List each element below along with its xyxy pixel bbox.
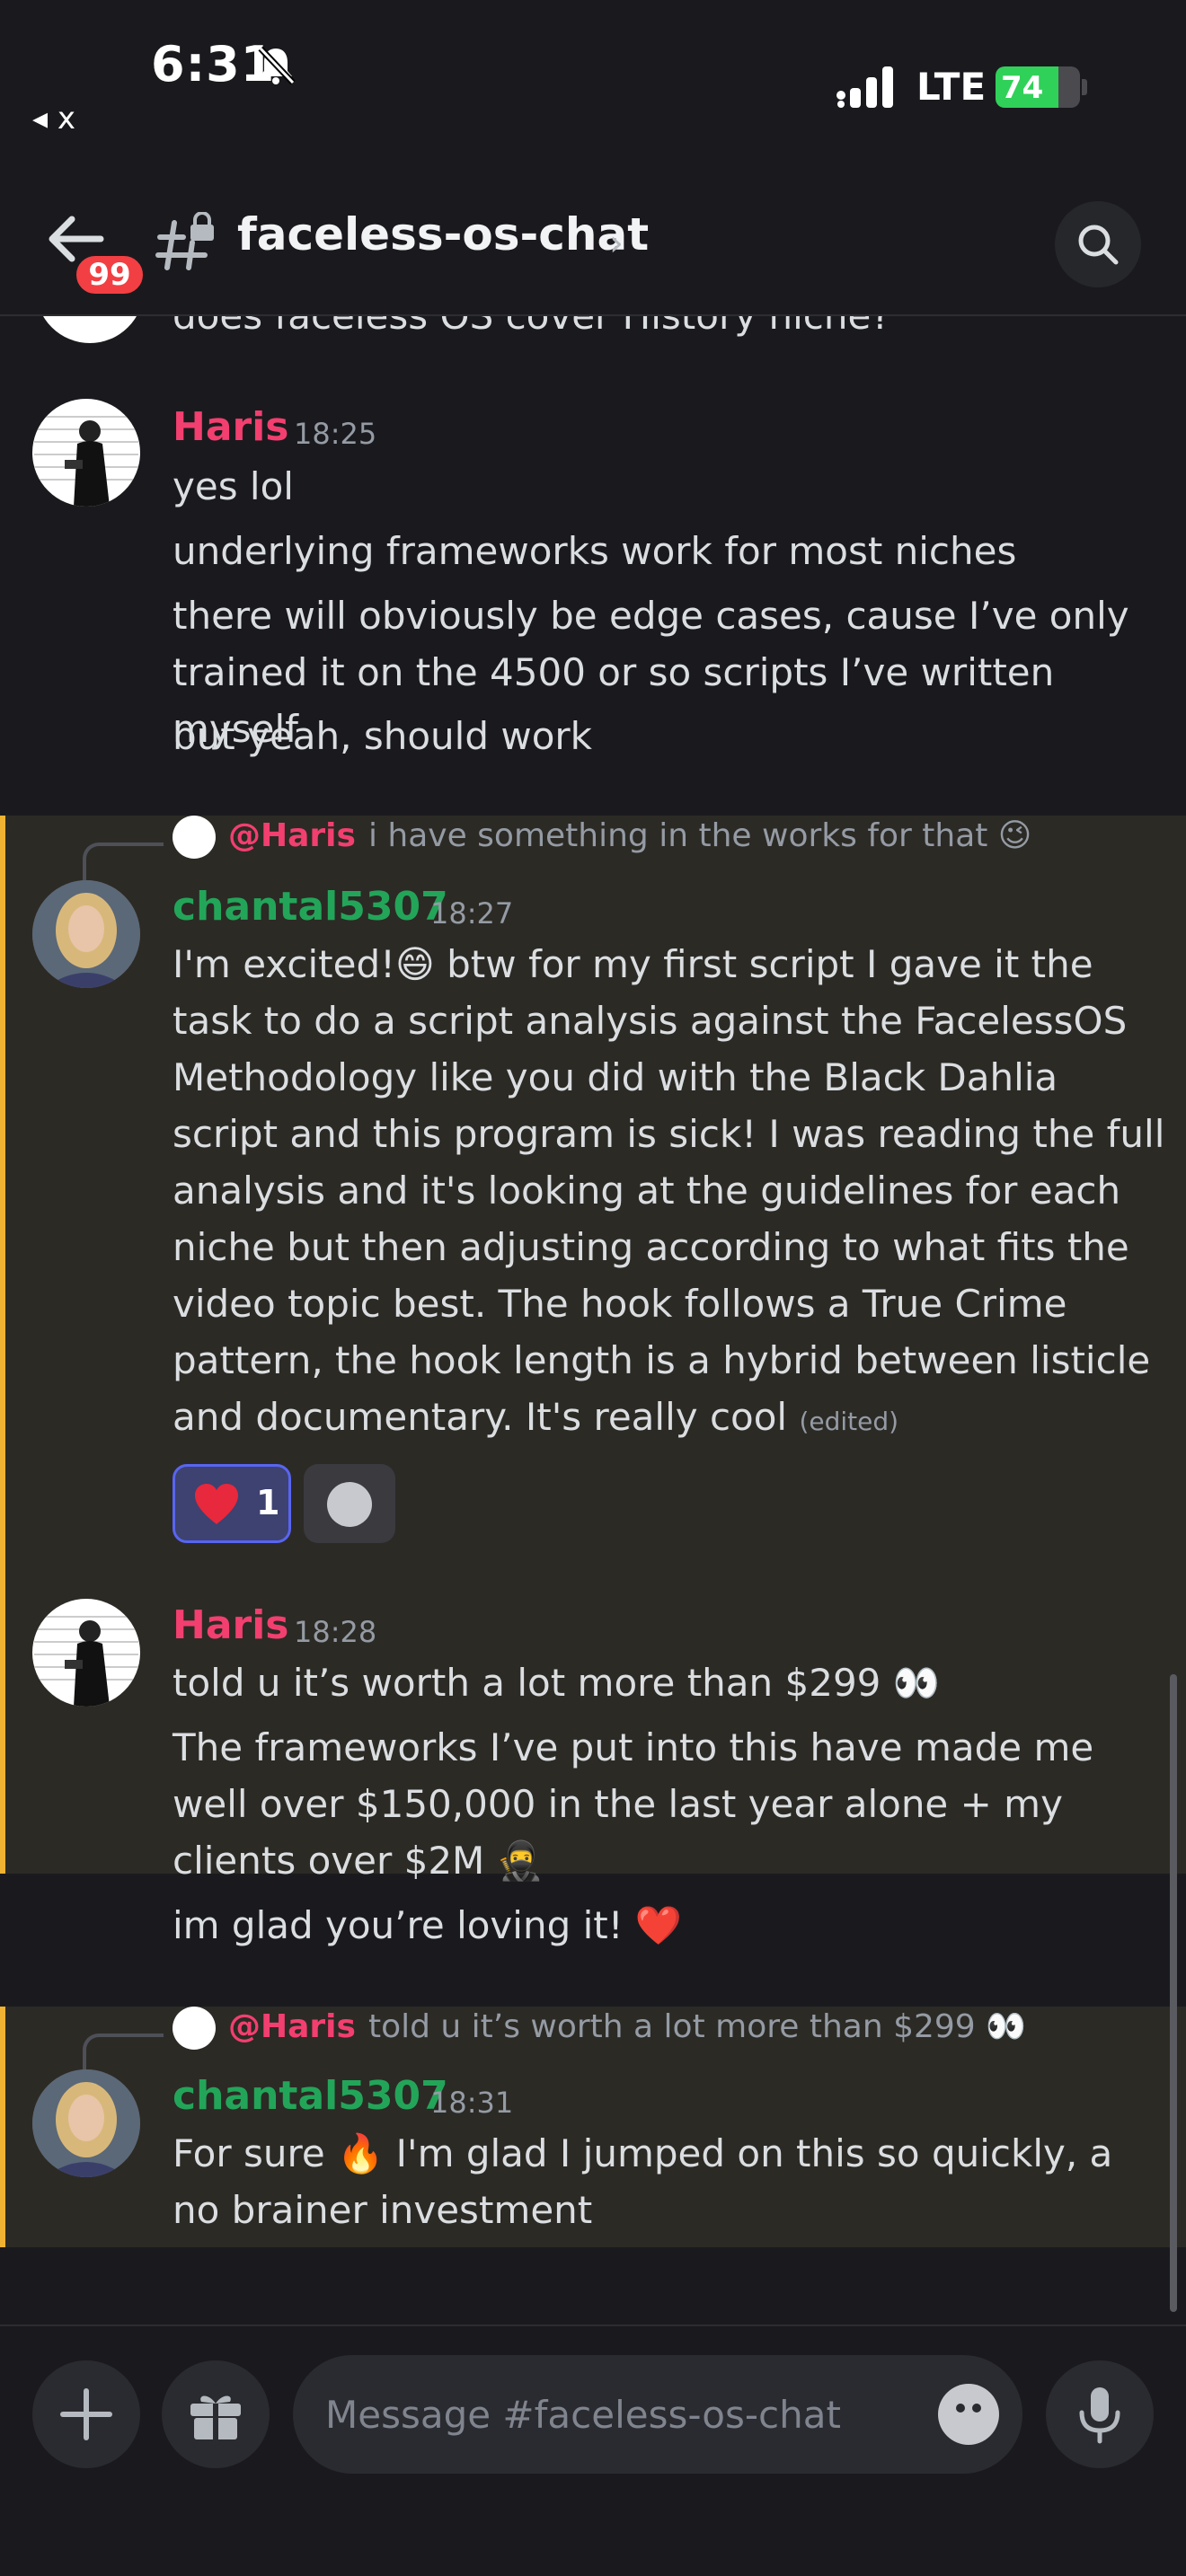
avatar-haris[interactable] xyxy=(32,1599,140,1707)
author-name[interactable]: Haris xyxy=(173,1602,289,1648)
message-list[interactable]: does faceless OS cover History niche? Ha… xyxy=(0,316,1186,2325)
message-text: I'm excited!😄 btw for my first script I … xyxy=(173,936,1170,1450)
reply-mention[interactable]: @Haris xyxy=(228,817,356,854)
battery-tip xyxy=(1082,79,1087,95)
battery-icon: 74 xyxy=(996,66,1080,108)
reply-avatar xyxy=(173,816,216,859)
reaction-count: 1 xyxy=(256,1483,280,1522)
search-button[interactable] xyxy=(1055,201,1141,287)
message-input-container xyxy=(293,2355,1022,2474)
avatar-chantal[interactable] xyxy=(32,880,140,988)
reply-avatar xyxy=(173,2007,216,2050)
gift-button[interactable] xyxy=(162,2360,270,2468)
signal-icon xyxy=(836,66,893,108)
message-timestamp: 18:25 xyxy=(294,417,377,451)
author-name[interactable]: chantal5307 xyxy=(173,2073,448,2119)
avatar-chantal[interactable] xyxy=(32,2069,140,2177)
add-attachment-button[interactable] xyxy=(32,2360,140,2468)
message-text: underlying frameworks work for most nich… xyxy=(173,529,1017,573)
heart-emoji-icon xyxy=(195,1484,238,1524)
search-icon xyxy=(1078,225,1119,265)
voice-message-button[interactable] xyxy=(1046,2360,1154,2468)
channel-header: 99 faceless-os-chat › xyxy=(0,180,1186,316)
scrollbar[interactable] xyxy=(1170,1674,1177,2312)
message-text: im glad you’re loving it! ❤️ xyxy=(173,1903,683,1947)
message-body: I'm excited!😄 btw for my first script I … xyxy=(173,942,1165,1439)
unread-badge: 99 xyxy=(72,251,147,298)
microphone-icon xyxy=(1079,2387,1120,2444)
edited-label: (edited) xyxy=(799,1407,899,1436)
reaction-heart[interactable]: 1 xyxy=(173,1464,291,1543)
reply-preview[interactable]: @Haris told u it’s worth a lot more than … xyxy=(173,2007,1026,2050)
status-bar: 6:31 ◂ x LTE 74 xyxy=(0,0,1186,153)
channel-title[interactable]: faceless-os-chat xyxy=(237,208,649,260)
author-name[interactable]: chantal5307 xyxy=(173,884,448,930)
reply-text: i have something in the works for that 😉 xyxy=(367,817,1032,854)
chevron-right-icon[interactable]: › xyxy=(609,223,624,264)
reply-text: told u it’s worth a lot more than $299 👀 xyxy=(367,2008,1026,2045)
message-text: For sure 🔥 I'm glad I jumped on this so … xyxy=(173,2131,1113,2232)
message-text: yes lol xyxy=(173,464,294,508)
message-timestamp: 18:28 xyxy=(294,1615,377,1649)
message-input[interactable] xyxy=(325,2382,900,2447)
message-text: told u it’s worth a lot more than $299 👀 xyxy=(173,1661,941,1705)
message-text: The frameworks I’ve put into this have m… xyxy=(173,1725,1094,1883)
channel-hash-lock-icon xyxy=(155,212,214,270)
back-to-app-link[interactable]: ◂ x xyxy=(32,101,75,137)
avatar[interactable] xyxy=(36,316,144,343)
avatar-haris[interactable] xyxy=(32,399,140,507)
emoji-icon[interactable] xyxy=(938,2384,999,2445)
reply-preview[interactable]: @Haris i have something in the works for … xyxy=(173,816,1031,859)
author-name[interactable]: Haris xyxy=(173,404,289,450)
message-text: but yeah, should work xyxy=(173,714,592,758)
gift-icon xyxy=(190,2395,241,2439)
message-timestamp: 18:27 xyxy=(430,896,514,931)
message-text: does faceless OS cover History niche? xyxy=(173,316,1161,343)
plus-icon xyxy=(60,2388,112,2440)
reply-mention[interactable]: @Haris xyxy=(228,2008,356,2045)
message-composer xyxy=(0,2325,1186,2576)
message-timestamp: 18:31 xyxy=(430,2086,514,2120)
add-reaction-icon xyxy=(327,1482,372,1527)
network-type: LTE xyxy=(916,65,987,109)
add-reaction-button[interactable] xyxy=(304,1464,395,1543)
bell-slash-icon xyxy=(258,46,296,85)
battery-percent: 74 xyxy=(1001,70,1044,106)
